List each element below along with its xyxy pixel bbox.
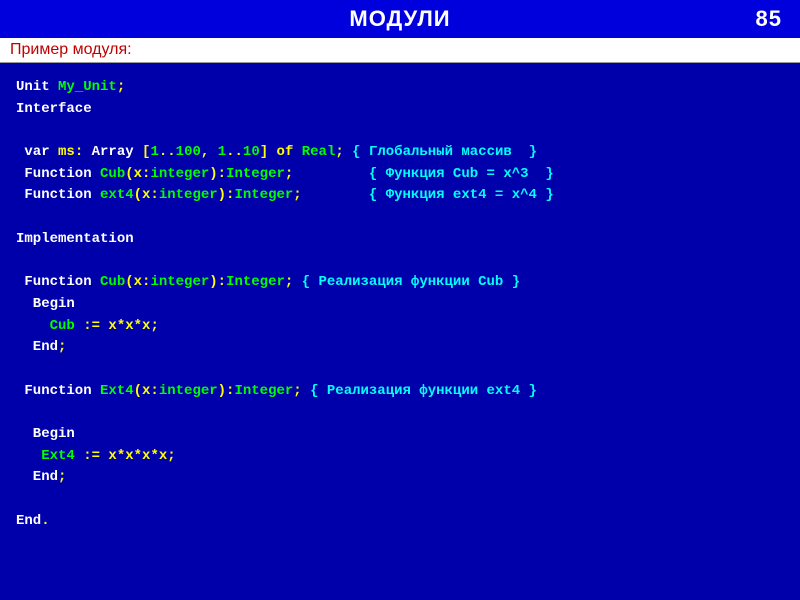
text: , [201, 144, 218, 160]
page-number: 85 [756, 6, 782, 32]
keyword-end: End [16, 339, 58, 355]
code-line: End; [16, 339, 66, 355]
ident-ext4: Ext4 [41, 448, 75, 464]
comment: { Глобальный массив } [352, 144, 537, 160]
text: ; [58, 339, 66, 355]
keyword-implementation: Implementation [16, 231, 134, 247]
text: (x: [125, 274, 150, 290]
code-line: Cub := x*x*x; [16, 318, 159, 334]
keyword-var: var [16, 144, 58, 160]
type-real: Real [302, 144, 336, 160]
ident-cub: Cub [100, 274, 125, 290]
text: ): [218, 383, 235, 399]
code-area: Unit My_Unit; Interface var ms: Array [1… [0, 63, 800, 546]
comment: { Реализация функции ext4 } [310, 383, 537, 399]
text: (x: [134, 187, 159, 203]
text: .. [159, 144, 176, 160]
ident-my-unit: My_Unit [58, 79, 117, 95]
ident-cub: Cub [50, 318, 75, 334]
type-integer: integer [150, 274, 209, 290]
text [16, 448, 41, 464]
slide-title: МОДУЛИ [349, 6, 450, 31]
code-line: Implementation [16, 231, 134, 247]
keyword-end: End [16, 469, 58, 485]
code-line: Unit My_Unit; [16, 79, 125, 95]
code-line: Function ext4(x:integer):Integer; { Функ… [16, 187, 554, 203]
text: ; [335, 144, 352, 160]
slide: МОДУЛИ 85 Пример модуля: Unit My_Unit; I… [0, 0, 800, 600]
keyword-function: Function [16, 274, 100, 290]
keyword-function: Function [16, 383, 100, 399]
type-integer: integer [159, 383, 218, 399]
keyword-end: End [16, 513, 41, 529]
text: . [41, 513, 49, 529]
type-integer: integer [150, 166, 209, 182]
type-integer: Integer [226, 166, 285, 182]
number: 10 [243, 144, 260, 160]
comment: { Функция ext4 = x^4 } [369, 187, 554, 203]
code-line: Ext4 := x*x*x*x; [16, 448, 176, 464]
text [16, 318, 50, 334]
ident-ext4: ext4 [100, 187, 134, 203]
keyword-function: Function [16, 187, 100, 203]
type-integer: Integer [226, 274, 285, 290]
code-line: End; [16, 469, 66, 485]
title-bar: МОДУЛИ 85 [0, 0, 800, 38]
type-integer: Integer [234, 383, 293, 399]
code-line: Interface [16, 101, 92, 117]
comment: { Функция Cub = x^3 } [369, 166, 554, 182]
text: ; [117, 79, 125, 95]
text: ; [293, 383, 310, 399]
text: ; [293, 187, 369, 203]
keyword-function: Function [16, 166, 100, 182]
text: ms: [58, 144, 92, 160]
number: 1 [150, 144, 158, 160]
number: 100 [176, 144, 201, 160]
text: ): [209, 166, 226, 182]
text: := x*x*x; [75, 318, 159, 334]
text: ] of [260, 144, 302, 160]
text: (x: [134, 383, 159, 399]
text: ; [58, 469, 66, 485]
subtitle-bar: Пример модуля: [0, 38, 800, 63]
code-line: Function Ext4(x:integer):Integer; { Реал… [16, 383, 537, 399]
type-integer: integer [159, 187, 218, 203]
text: ; [285, 274, 302, 290]
keyword-unit: Unit [16, 79, 58, 95]
text: ; [285, 166, 369, 182]
code-line: var ms: Array [1..100, 1..10] of Real; {… [16, 144, 537, 160]
text: ): [218, 187, 235, 203]
keyword-array: Array [92, 144, 142, 160]
code-line: End. [16, 513, 50, 529]
type-integer: Integer [234, 187, 293, 203]
ident-ext4: Ext4 [100, 383, 134, 399]
text: := x*x*x*x; [75, 448, 176, 464]
text: .. [226, 144, 243, 160]
number: 1 [218, 144, 226, 160]
ident-cub: Cub [100, 166, 125, 182]
keyword-begin: Begin [16, 296, 75, 312]
code-line: Function Cub(x:integer):Integer; { Функц… [16, 166, 554, 182]
code-line: Function Cub(x:integer):Integer; { Реали… [16, 274, 520, 290]
text: (x: [125, 166, 150, 182]
comment: { Реализация функции Cub } [302, 274, 520, 290]
code-line: Begin [16, 426, 75, 442]
keyword-interface: Interface [16, 101, 92, 117]
text: ): [209, 274, 226, 290]
code-line: Begin [16, 296, 75, 312]
keyword-begin: Begin [16, 426, 75, 442]
subtitle-text: Пример модуля: [10, 41, 132, 58]
